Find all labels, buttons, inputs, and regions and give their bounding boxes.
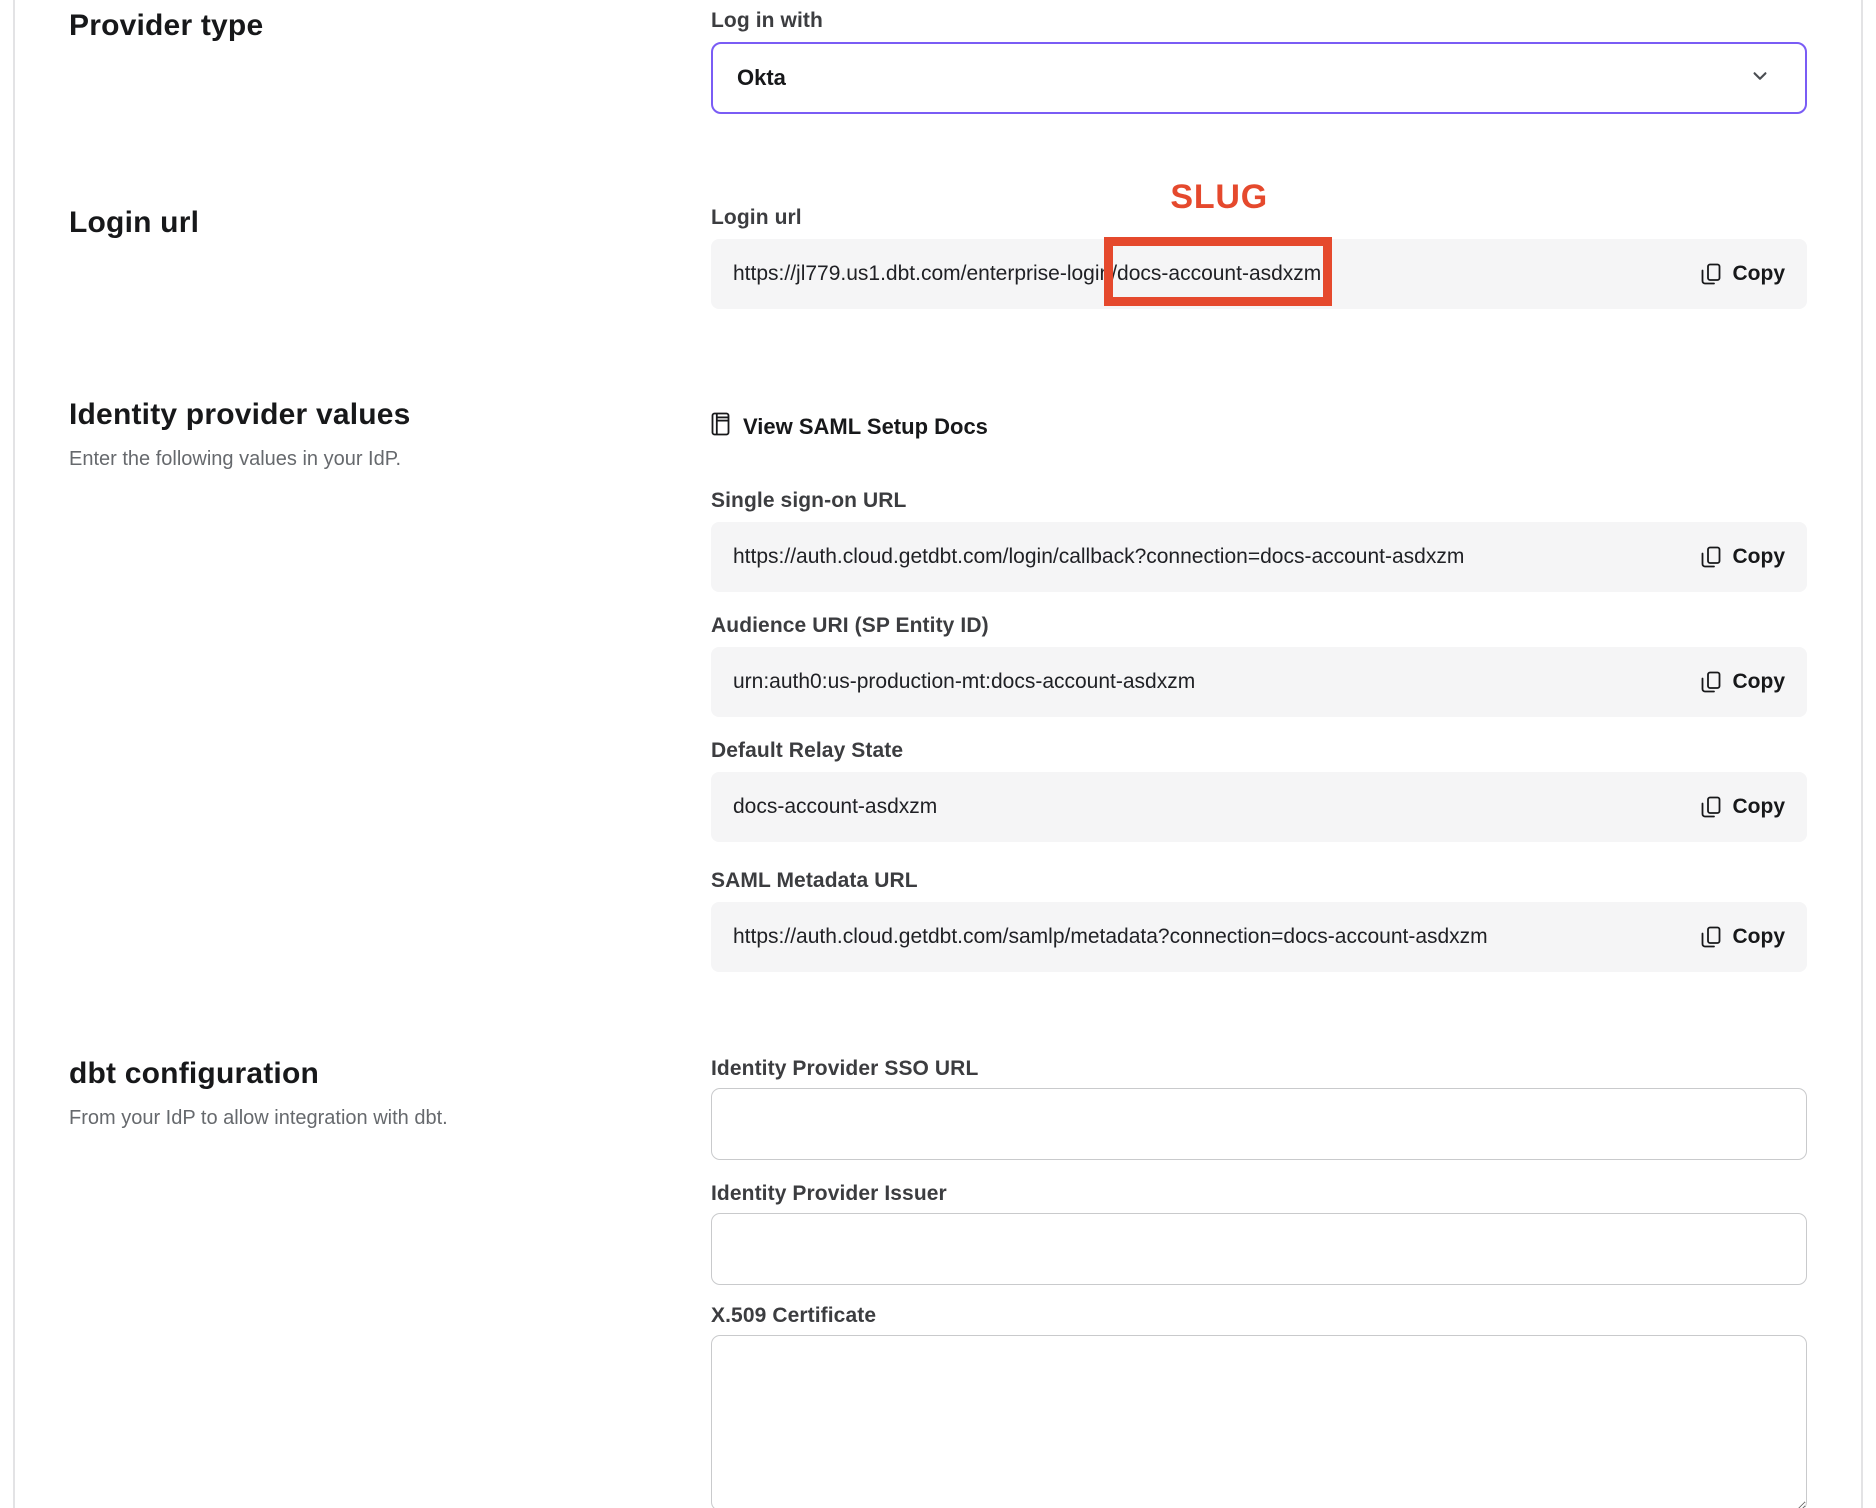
dbt-configuration-heading: dbt configuration [69, 1056, 711, 1092]
dbt-configuration-subtitle: From your IdP to allow integration with … [69, 1105, 711, 1131]
x509-certificate-textarea[interactable] [711, 1335, 1807, 1508]
copy-audience-uri-button[interactable]: Copy [1680, 670, 1786, 694]
docs-icon [711, 412, 730, 441]
identity-provider-sso-url-input[interactable] [711, 1088, 1807, 1160]
provider-select[interactable]: Okta [711, 42, 1807, 114]
sso-settings-card: Provider type Log in with Okta Login url… [13, 0, 1863, 1508]
copy-icon [1700, 925, 1722, 949]
default-relay-state-value: docs-account-asdxzm [733, 795, 937, 819]
slug-highlight-box: docs-account-asdxzmSLUG [1117, 262, 1321, 285]
single-sign-on-url-field: https://auth.cloud.getdbt.com/login/call… [711, 522, 1807, 592]
default-relay-state-field: docs-account-asdxzm Copy [711, 772, 1807, 842]
identity-provider-issuer-input[interactable] [711, 1213, 1807, 1285]
identity-provider-issuer-label: Identity Provider Issuer [711, 1181, 1807, 1207]
login-url-section: Login url Login url https://jl779.us1.db… [69, 205, 1807, 309]
copy-icon [1700, 795, 1722, 819]
single-sign-on-url-label: Single sign-on URL [711, 488, 1807, 514]
copy-single-sign-on-url-button[interactable]: Copy [1680, 545, 1786, 569]
default-relay-state-label: Default Relay State [711, 738, 1807, 764]
chevron-down-icon [1747, 63, 1773, 94]
copy-icon [1700, 262, 1722, 286]
login-url-heading: Login url [69, 205, 711, 241]
audience-uri-field: urn:auth0:us-production-mt:docs-account-… [711, 647, 1807, 717]
dbt-configuration-section: dbt configuration From your IdP to allow… [69, 1056, 1807, 1508]
provider-select-value: Okta [737, 65, 786, 91]
idp-values-subtitle: Enter the following values in your IdP. [69, 446, 711, 472]
view-saml-setup-docs-link[interactable]: View SAML Setup Docs [711, 412, 988, 441]
copy-default-relay-state-button[interactable]: Copy [1680, 795, 1786, 819]
x509-certificate-label: X.509 Certificate [711, 1303, 1807, 1329]
saml-metadata-url-field: https://auth.cloud.getdbt.com/samlp/meta… [711, 902, 1807, 972]
copy-saml-metadata-url-button[interactable]: Copy [1680, 925, 1786, 949]
identity-provider-values-section: Identity provider values Enter the follo… [69, 397, 1807, 972]
provider-type-section: Provider type Log in with Okta [69, 8, 1807, 114]
single-sign-on-url-value: https://auth.cloud.getdbt.com/login/call… [733, 545, 1464, 569]
copy-icon [1700, 670, 1722, 694]
login-url-field: https://jl779.us1.dbt.com/enterprise-log… [711, 239, 1807, 309]
slug-annotation: SLUG [1170, 178, 1268, 217]
saml-metadata-url-value: https://auth.cloud.getdbt.com/samlp/meta… [733, 925, 1488, 949]
identity-provider-sso-url-label: Identity Provider SSO URL [711, 1056, 1807, 1082]
copy-icon [1700, 545, 1722, 569]
idp-values-heading: Identity provider values [69, 397, 711, 433]
audience-uri-label: Audience URI (SP Entity ID) [711, 613, 1807, 639]
saml-metadata-url-label: SAML Metadata URL [711, 868, 1807, 894]
audience-uri-value: urn:auth0:us-production-mt:docs-account-… [733, 670, 1195, 694]
login-url-value: https://jl779.us1.dbt.com/enterprise-log… [733, 262, 1321, 286]
provider-type-heading: Provider type [69, 8, 711, 44]
copy-login-url-button[interactable]: Copy [1680, 262, 1786, 286]
login-with-label: Log in with [711, 8, 1807, 34]
